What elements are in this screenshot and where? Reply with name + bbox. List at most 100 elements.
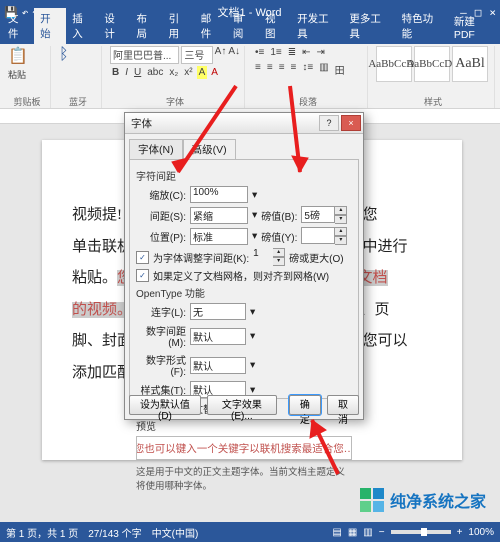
- tab-file[interactable]: 文件: [2, 8, 34, 44]
- dialog-title-bar[interactable]: 字体 ? ×: [125, 113, 363, 134]
- dialog-close-button[interactable]: ×: [341, 115, 361, 131]
- cancel-button[interactable]: 取消: [327, 395, 359, 415]
- strike-icon[interactable]: abc: [145, 66, 165, 79]
- style-nospacing[interactable]: AaBbCcDd: [414, 46, 450, 82]
- chevron-down-icon[interactable]: ▾: [250, 359, 255, 371]
- spacing-by-input[interactable]: 5磅: [301, 206, 335, 223]
- ligatures-select[interactable]: 无: [190, 303, 246, 320]
- position-select[interactable]: 标准: [190, 228, 248, 245]
- snap-grid-label: 如果定义了文档网格，则对齐到网格(W): [153, 268, 329, 283]
- bullet-list-icon[interactable]: •≡: [253, 46, 266, 59]
- chevron-down-icon[interactable]: ▾: [250, 330, 255, 342]
- status-word-count[interactable]: 27/143 个字: [88, 525, 141, 540]
- spin-up-icon[interactable]: ▴: [335, 206, 347, 215]
- status-language[interactable]: 中文(中国): [152, 525, 199, 540]
- ribbon: 📋 粘贴 剪贴板 ᛒ 蓝牙 阿里巴巴普... 三号 A↑ A↓ B I U ab…: [0, 44, 500, 109]
- zoom-in-icon[interactable]: +: [457, 527, 463, 538]
- spin-down-icon[interactable]: ▾: [273, 257, 285, 266]
- text-effects-button[interactable]: 文字效果(E)...: [207, 395, 277, 415]
- style-heading1[interactable]: AaBl: [452, 46, 488, 82]
- bluetooth-icon[interactable]: ᛒ: [59, 46, 97, 64]
- chevron-down-icon[interactable]: ▾: [250, 384, 255, 396]
- tab-insert[interactable]: 插入: [66, 8, 98, 44]
- dialog-body: 字符间距 缩放(C): 100%▾ 间距(S): 紧缩▾ 磅值(B): 5磅▴▾…: [129, 159, 359, 399]
- font-size-select[interactable]: 三号: [181, 46, 212, 64]
- shading-icon[interactable]: ▥: [317, 61, 330, 78]
- spin-down-icon[interactable]: ▾: [335, 215, 347, 224]
- zoom-slider[interactable]: [391, 530, 451, 534]
- selected-text: 的视频。: [72, 302, 132, 318]
- font-color-icon[interactable]: A: [209, 66, 220, 79]
- align-right-icon[interactable]: ≡: [277, 61, 287, 78]
- highlight-icon[interactable]: A: [197, 66, 208, 79]
- view-print-layout-icon[interactable]: ▤: [332, 527, 341, 538]
- preview-description: 这是用于中文的正文主题字体。当前文档主题定义将使用哪种字体。: [136, 464, 352, 492]
- kerning-unit: 磅或更大(O): [289, 250, 343, 265]
- tab-view[interactable]: 视图: [259, 8, 291, 44]
- tab-more[interactable]: 更多工具: [343, 8, 395, 44]
- snap-grid-checkbox[interactable]: ✓: [136, 269, 149, 282]
- tab-mailings[interactable]: 邮件: [195, 8, 227, 44]
- position-label: 位置(P):: [136, 229, 186, 244]
- tab-review[interactable]: 审阅: [227, 8, 259, 44]
- spacing-select[interactable]: 紧缩: [190, 207, 248, 224]
- dialog-help-icon[interactable]: ?: [319, 115, 339, 131]
- numspace-select[interactable]: 默认: [190, 328, 246, 345]
- kerning-value-input[interactable]: 1: [253, 248, 273, 266]
- number-list-icon[interactable]: 1≡: [268, 46, 283, 59]
- zoom-out-icon[interactable]: −: [379, 527, 385, 538]
- tab-references[interactable]: 引用: [163, 8, 195, 44]
- section-opentype: OpenType 功能: [136, 285, 352, 300]
- align-left-icon[interactable]: ≡: [253, 61, 263, 78]
- chevron-down-icon[interactable]: ▾: [252, 230, 257, 242]
- paste-button[interactable]: 📋: [8, 46, 46, 66]
- font-name-select[interactable]: 阿里巴巴普...: [110, 46, 179, 64]
- preview-box: 您也可以键入一个关键字以联机搜索最适合您…: [136, 436, 352, 460]
- view-read-mode-icon[interactable]: ▦: [348, 527, 357, 538]
- tab-pdf[interactable]: 新建PDF: [448, 11, 500, 44]
- status-page[interactable]: 第 1 页，共 1 页: [6, 525, 78, 540]
- body-text: 视频提!: [72, 207, 122, 223]
- underline-icon[interactable]: U: [132, 66, 143, 79]
- set-default-button[interactable]: 设为默认值(D): [129, 395, 201, 415]
- zoom-percent[interactable]: 100%: [468, 527, 494, 538]
- watermark: 纯净系统之家: [360, 488, 486, 512]
- dialog-button-row: 设为默认值(D) 文字效果(E)... 确定 取消: [129, 395, 359, 415]
- spin-down-icon[interactable]: ▾: [335, 236, 347, 245]
- chevron-down-icon[interactable]: ▾: [250, 306, 255, 318]
- view-web-icon[interactable]: ▥: [363, 527, 372, 538]
- multilevel-list-icon[interactable]: ≣: [286, 46, 298, 59]
- borders-icon[interactable]: 田: [333, 61, 347, 78]
- spin-up-icon[interactable]: ▴: [273, 248, 285, 257]
- spin-up-icon[interactable]: ▴: [335, 227, 347, 236]
- dialog-tab-font[interactable]: 字体(N): [129, 139, 183, 160]
- increase-indent-icon[interactable]: ⇥: [315, 46, 327, 59]
- tab-home[interactable]: 开始: [34, 8, 66, 44]
- grow-font-icon[interactable]: A↑: [215, 46, 227, 64]
- group-paragraph-label: 段落: [253, 95, 363, 108]
- line-spacing-icon[interactable]: ↕≡: [300, 61, 315, 78]
- superscript-icon[interactable]: x²: [182, 66, 194, 79]
- tab-layout[interactable]: 布局: [131, 8, 163, 44]
- tab-design[interactable]: 设计: [98, 8, 130, 44]
- kerning-checkbox[interactable]: ✓: [136, 251, 149, 264]
- decrease-indent-icon[interactable]: ⇤: [300, 46, 312, 59]
- align-center-icon[interactable]: ≡: [265, 61, 275, 78]
- ribbon-tab-strip: 文件 开始 插入 设计 布局 引用 邮件 审阅 视图 开发工具 更多工具 特色功…: [0, 24, 500, 44]
- chevron-down-icon[interactable]: ▾: [252, 189, 257, 201]
- italic-icon[interactable]: I: [123, 66, 130, 79]
- tab-developer[interactable]: 开发工具: [291, 8, 343, 44]
- chevron-down-icon[interactable]: ▾: [252, 209, 257, 221]
- numform-select[interactable]: 默认: [190, 357, 246, 374]
- bold-icon[interactable]: B: [110, 66, 121, 79]
- subscript-icon[interactable]: x₂: [167, 66, 180, 79]
- justify-icon[interactable]: ≡: [289, 61, 299, 78]
- tab-special[interactable]: 特色功能: [396, 8, 448, 44]
- numform-label: 数字形式(F):: [136, 352, 186, 378]
- ok-button[interactable]: 确定: [289, 395, 321, 415]
- scale-select[interactable]: 100%: [190, 186, 248, 203]
- position-by-input[interactable]: [301, 227, 335, 244]
- dialog-tab-advanced[interactable]: 高级(V): [183, 139, 236, 160]
- shrink-font-icon[interactable]: A↓: [228, 46, 240, 64]
- kerning-label: 为字体调整字间距(K):: [153, 250, 249, 265]
